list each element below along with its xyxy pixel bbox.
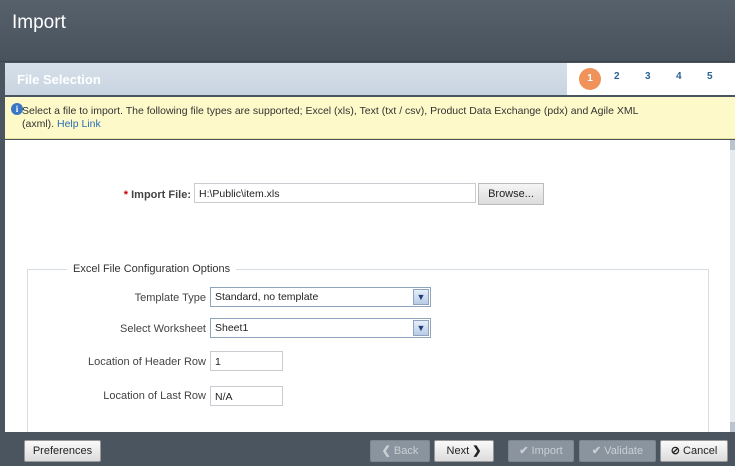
template-type-select[interactable]: Standard, no template ▼ bbox=[210, 287, 431, 307]
last-row-label: Location of Last Row bbox=[103, 390, 206, 402]
vertical-scrollbar[interactable] bbox=[730, 140, 735, 432]
footer-bar: Preferences ❮ Back Next ❯ ✔ Import ✔ Val… bbox=[5, 432, 735, 466]
import-file-label-text: Import File: bbox=[131, 189, 191, 201]
header-row-input[interactable]: 1 bbox=[210, 351, 283, 371]
back-button[interactable]: ❮ Back bbox=[370, 440, 430, 462]
cancel-circle-icon: ⊘ bbox=[670, 445, 680, 457]
chevron-down-icon[interactable]: ▼ bbox=[413, 289, 429, 305]
template-type-value: Standard, no template bbox=[215, 291, 319, 303]
last-row-input[interactable]: N/A bbox=[210, 386, 283, 406]
import-file-label: * Import File: bbox=[85, 189, 191, 201]
header-row-label: Location of Header Row bbox=[87, 356, 206, 368]
step-title: File Selection bbox=[17, 72, 101, 87]
scroll-down-arrow[interactable] bbox=[730, 422, 735, 432]
scroll-up-arrow[interactable] bbox=[730, 140, 735, 150]
step-3[interactable]: 3 bbox=[645, 71, 651, 82]
step-bar: File Selection 1 2 3 4 5 bbox=[5, 63, 735, 95]
excel-config-legend: Excel File Configuration Options bbox=[67, 263, 237, 275]
worksheet-value: Sheet1 bbox=[215, 322, 249, 334]
worksheet-label: Select Worksheet bbox=[119, 323, 206, 335]
step-4[interactable]: 4 bbox=[676, 71, 682, 82]
next-button[interactable]: Next ❯ bbox=[434, 440, 494, 462]
chevron-left-icon: ❮ bbox=[381, 445, 391, 457]
validate-label: Validate bbox=[604, 445, 644, 457]
preferences-button[interactable]: Preferences bbox=[24, 440, 101, 462]
step-1: 1 bbox=[579, 68, 601, 90]
cancel-label: Cancel bbox=[683, 445, 718, 457]
browse-button[interactable]: Browse... bbox=[478, 183, 544, 205]
import-button[interactable]: ✔ Import bbox=[508, 440, 574, 462]
info-text: Select a file to import. The following f… bbox=[22, 105, 639, 130]
checkmark-icon: ✔ bbox=[591, 445, 602, 457]
chevron-down-icon[interactable]: ▼ bbox=[413, 320, 429, 336]
info-message: Select a file to import. The following f… bbox=[22, 105, 662, 131]
import-file-input[interactable]: H:\Public\item.xls bbox=[194, 183, 476, 203]
required-mark: * bbox=[123, 189, 129, 201]
window-title: Import bbox=[12, 12, 66, 33]
validate-button[interactable]: ✔ Validate bbox=[579, 440, 656, 462]
step-5[interactable]: 5 bbox=[707, 71, 713, 82]
step-2[interactable]: 2 bbox=[614, 71, 620, 82]
import-label: Import bbox=[531, 445, 563, 457]
help-link[interactable]: Help Link bbox=[57, 118, 101, 130]
template-type-label: Template Type bbox=[134, 292, 206, 304]
worksheet-select[interactable]: Sheet1 ▼ bbox=[210, 318, 431, 338]
step-indicator: 1 2 3 4 5 bbox=[567, 63, 735, 95]
back-label: Back bbox=[393, 445, 419, 457]
info-banner: i Select a file to import. The following… bbox=[5, 97, 735, 139]
main-content: * Import File: H:\Public\item.xls Browse… bbox=[5, 140, 730, 432]
cancel-button[interactable]: ⊘ Cancel bbox=[660, 440, 728, 462]
checkmark-icon: ✔ bbox=[519, 445, 529, 457]
chevron-right-icon: ❯ bbox=[472, 445, 482, 457]
title-bar: Import bbox=[0, 0, 735, 62]
next-label: Next bbox=[446, 445, 470, 457]
